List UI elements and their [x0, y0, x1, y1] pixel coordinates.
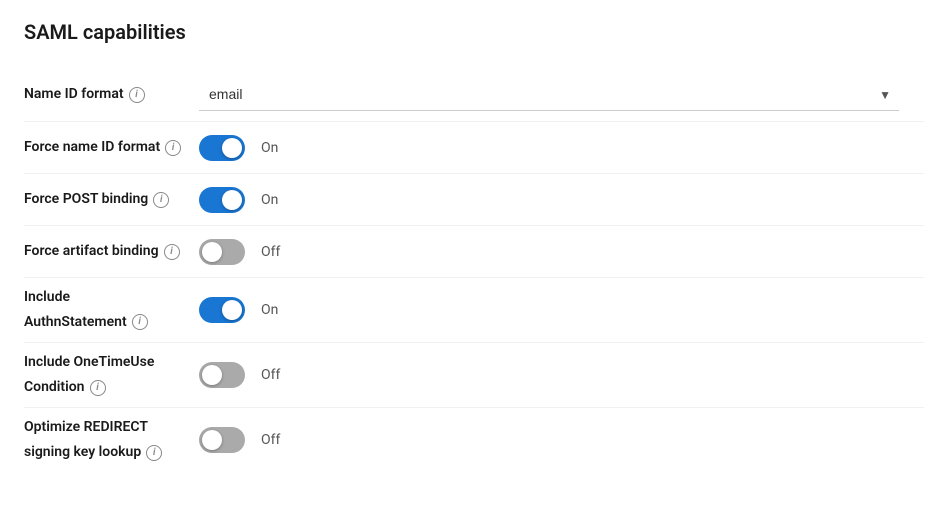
- control-force-name-id-format: On: [199, 135, 924, 161]
- toggle-include-one-time-use-condition[interactable]: [199, 362, 245, 388]
- label-text-force-post-binding: Force POST binding: [24, 190, 148, 210]
- label-text-optimize-redirect-signing-key-lookup-line1: signing key lookup: [24, 443, 141, 463]
- toggle-force-post-binding[interactable]: [199, 187, 245, 213]
- toggle-slider-include-authn-statement: [199, 297, 245, 323]
- label-force-post-binding: Force POST binding i: [24, 190, 199, 210]
- help-icon-optimize-redirect-signing-key-lookup[interactable]: i: [146, 445, 162, 461]
- label-text-force-artifact-binding: Force artifact binding: [24, 242, 159, 262]
- label-text-force-name-id-format: Force name ID format: [24, 138, 160, 158]
- help-icon-include-one-time-use-condition[interactable]: i: [90, 380, 106, 396]
- label-text-include-one-time-use-condition-line1: Condition: [24, 378, 85, 398]
- toggle-slider-include-one-time-use-condition: [199, 362, 245, 388]
- label-text-name-id-format: Name ID format: [24, 85, 124, 105]
- toggle-label-include-authn-statement: On: [261, 302, 278, 318]
- control-force-artifact-binding: Off: [199, 239, 924, 265]
- label-include-one-time-use-condition: Include OneTimeUse Condition i: [24, 353, 199, 397]
- page-title: SAML capabilities: [24, 20, 926, 44]
- form-row-force-artifact-binding: Force artifact binding i Off: [24, 226, 924, 278]
- toggle-slider-force-post-binding: [199, 187, 245, 213]
- form-row-force-name-id-format: Force name ID format i On: [24, 122, 924, 174]
- toggle-force-name-id-format[interactable]: [199, 135, 245, 161]
- label-force-name-id-format: Force name ID format i: [24, 138, 199, 158]
- toggle-include-authn-statement[interactable]: [199, 297, 245, 323]
- help-icon-force-post-binding[interactable]: i: [153, 192, 169, 208]
- control-optimize-redirect-signing-key-lookup: Off: [199, 427, 924, 453]
- label-force-artifact-binding: Force artifact binding i: [24, 242, 199, 262]
- toggle-label-force-artifact-binding: Off: [261, 244, 280, 260]
- label-text-optimize-redirect-signing-key-lookup-line0: Optimize REDIRECT: [24, 418, 199, 438]
- label-include-authn-statement: Include AuthnStatement i: [24, 288, 199, 332]
- select-wrapper-name-id-format: emailunspecifiedpersistenttransient▼: [199, 78, 899, 111]
- toggle-slider-force-artifact-binding: [199, 239, 245, 265]
- control-name-id-format: emailunspecifiedpersistenttransient▼: [199, 78, 924, 111]
- toggle-label-force-name-id-format: On: [261, 140, 278, 156]
- control-include-one-time-use-condition: Off: [199, 362, 924, 388]
- form-row-optimize-redirect-signing-key-lookup: Optimize REDIRECT signing key lookup i Off: [24, 408, 924, 472]
- form-row-name-id-format: Name ID format i emailunspecifiedpersisten…: [24, 68, 924, 122]
- saml-capabilities-form: Name ID format i emailunspecifiedpersisten…: [24, 68, 924, 473]
- form-row-include-one-time-use-condition: Include OneTimeUse Condition i Off: [24, 343, 924, 408]
- label-optimize-redirect-signing-key-lookup: Optimize REDIRECT signing key lookup i: [24, 418, 199, 462]
- toggle-label-include-one-time-use-condition: Off: [261, 367, 280, 383]
- control-force-post-binding: On: [199, 187, 924, 213]
- label-text-include-one-time-use-condition-line0: Include OneTimeUse: [24, 353, 199, 373]
- form-row-force-post-binding: Force POST binding i On: [24, 174, 924, 226]
- toggle-optimize-redirect-signing-key-lookup[interactable]: [199, 427, 245, 453]
- toggle-slider-force-name-id-format: [199, 135, 245, 161]
- toggle-slider-optimize-redirect-signing-key-lookup: [199, 427, 245, 453]
- select-name-id-format[interactable]: emailunspecifiedpersistenttransient: [199, 78, 899, 111]
- form-row-include-authn-statement: Include AuthnStatement i On: [24, 278, 924, 343]
- help-icon-force-name-id-format[interactable]: i: [165, 140, 181, 156]
- toggle-label-optimize-redirect-signing-key-lookup: Off: [261, 432, 280, 448]
- help-icon-name-id-format[interactable]: i: [129, 87, 145, 103]
- label-name-id-format: Name ID format i: [24, 85, 199, 105]
- control-include-authn-statement: On: [199, 297, 924, 323]
- toggle-force-artifact-binding[interactable]: [199, 239, 245, 265]
- label-text-include-authn-statement-line1: AuthnStatement: [24, 313, 127, 333]
- help-icon-force-artifact-binding[interactable]: i: [164, 244, 180, 260]
- toggle-label-force-post-binding: On: [261, 192, 278, 208]
- help-icon-include-authn-statement[interactable]: i: [132, 314, 148, 330]
- label-text-include-authn-statement-line0: Include: [24, 288, 199, 308]
